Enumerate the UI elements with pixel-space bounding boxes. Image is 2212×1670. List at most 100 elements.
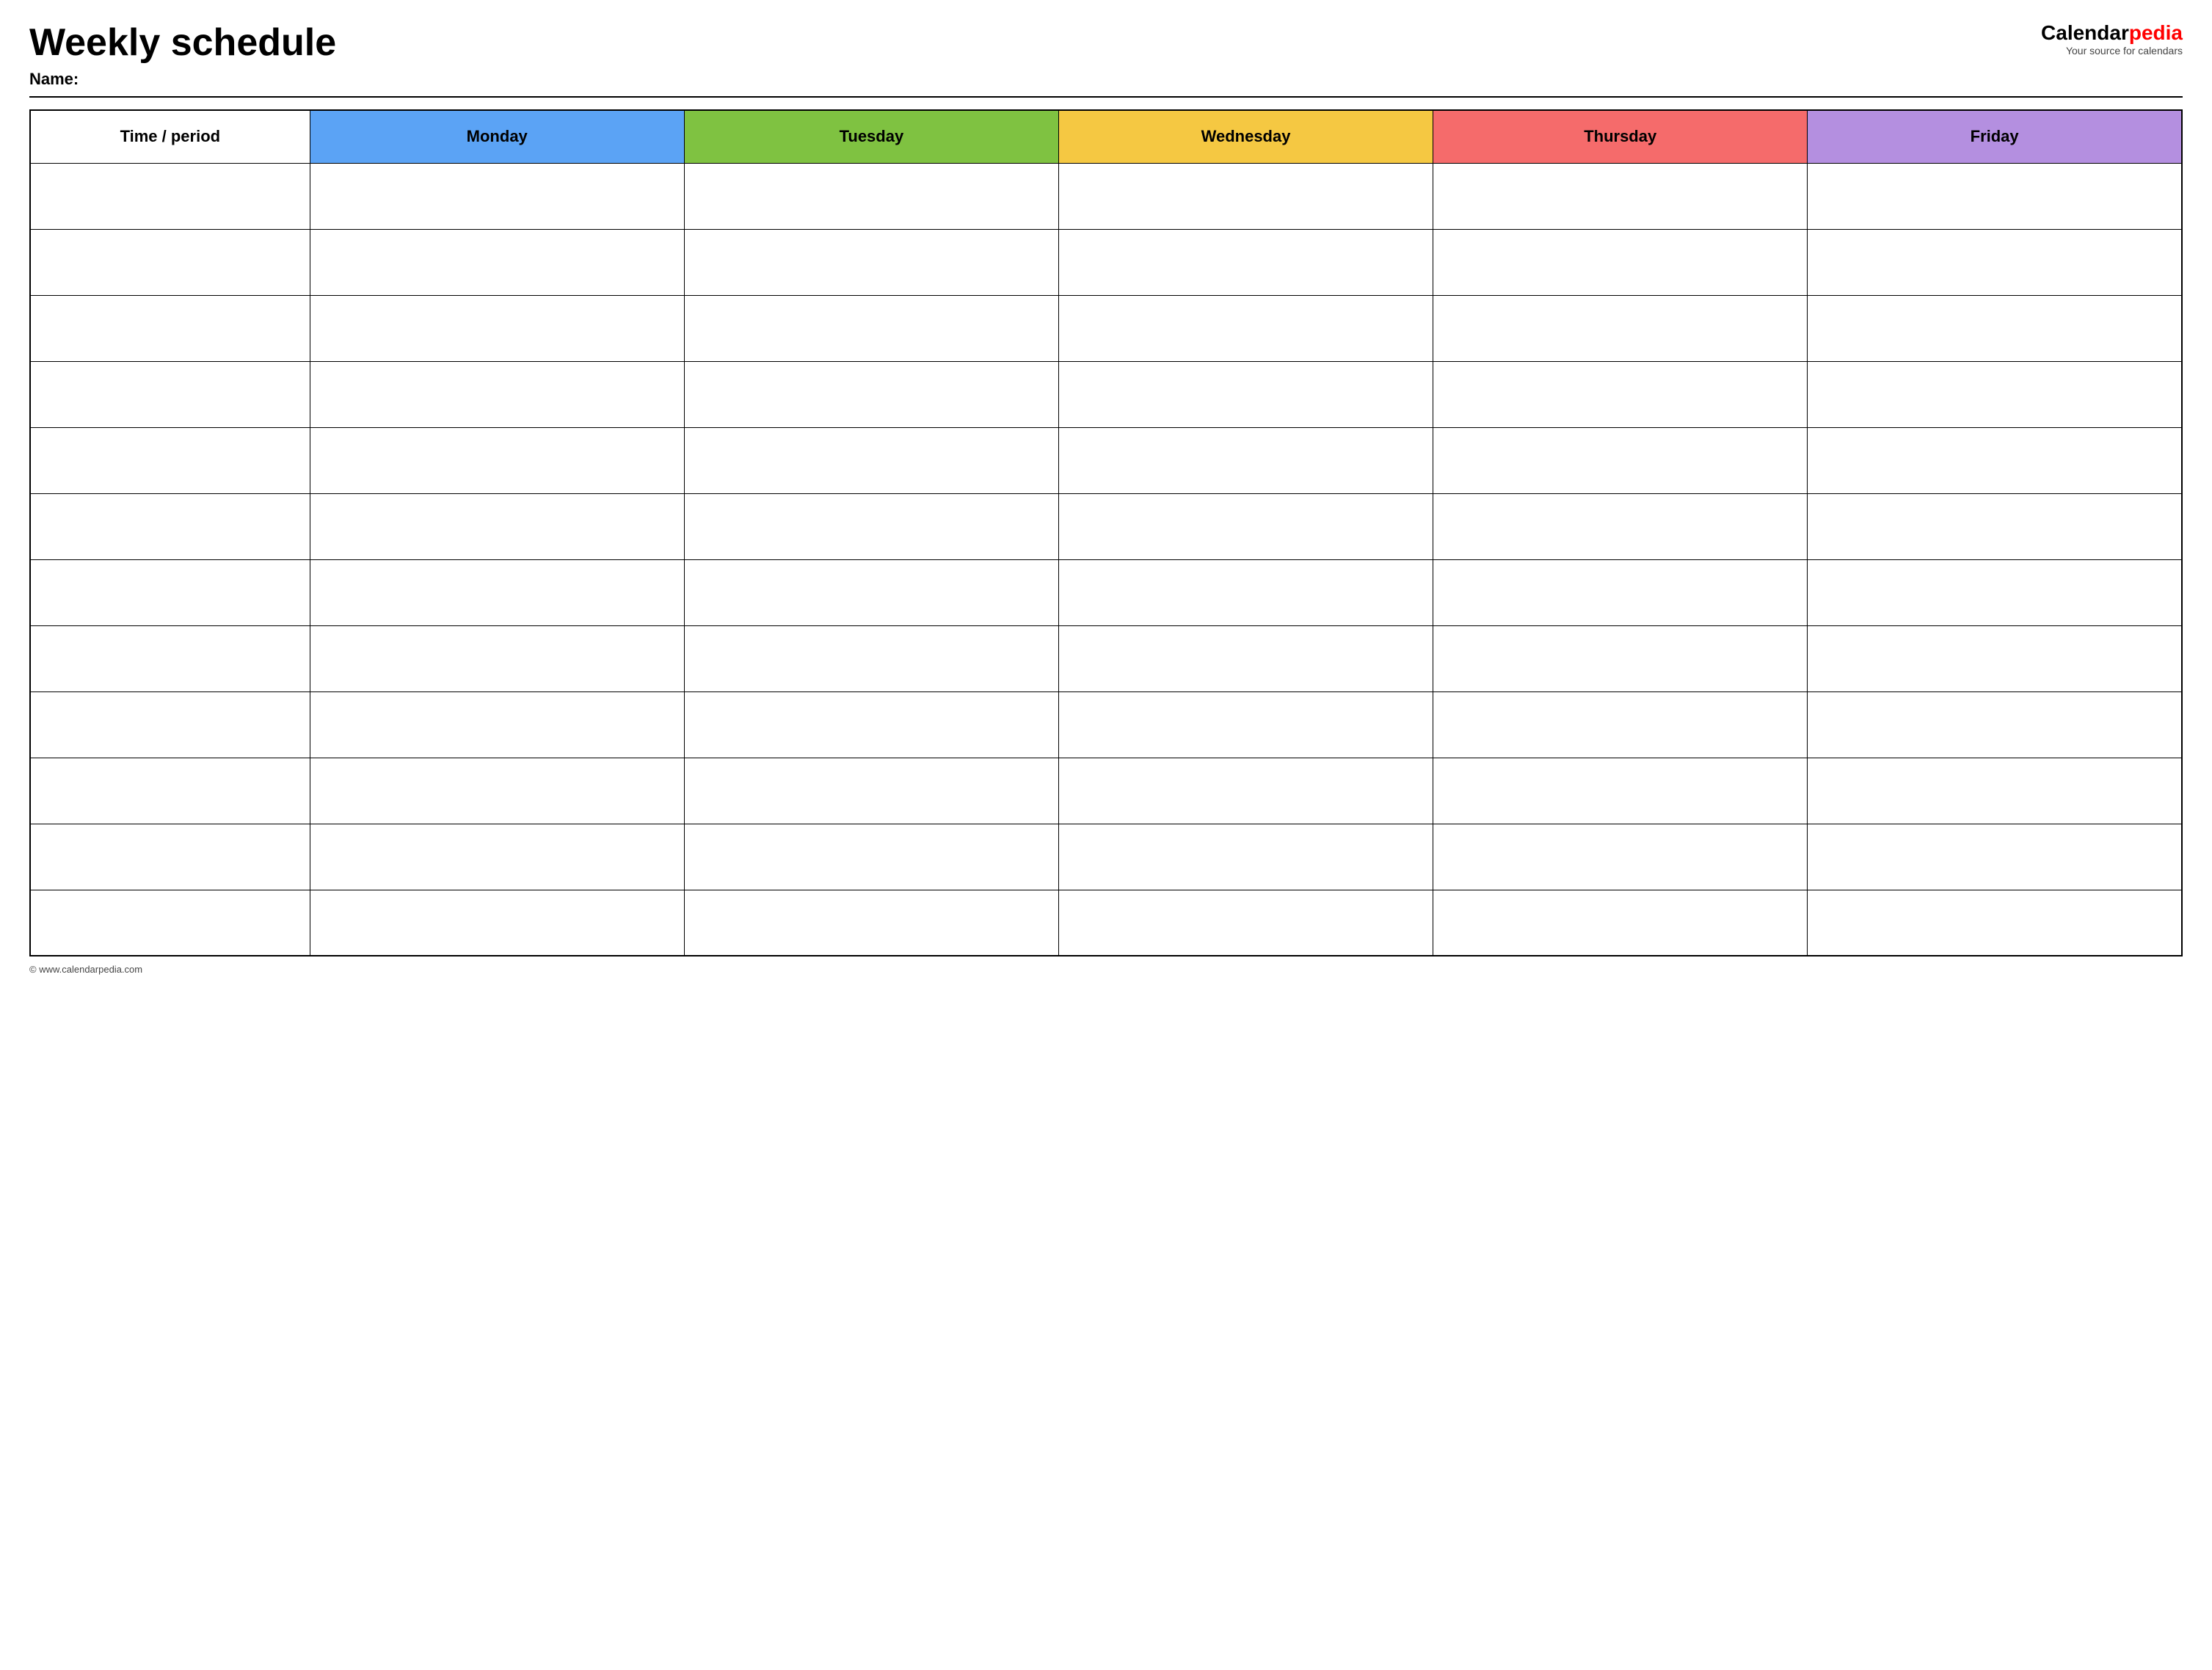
schedule-cell[interactable] — [1058, 493, 1433, 559]
table-row — [30, 824, 2182, 890]
schedule-cell[interactable] — [1808, 890, 2182, 956]
table-row — [30, 493, 2182, 559]
title-section: Weekly schedule Name: — [29, 22, 2041, 89]
table-row — [30, 229, 2182, 295]
schedule-cell[interactable] — [1808, 427, 2182, 493]
schedule-cell[interactable] — [684, 890, 1058, 956]
schedule-cell[interactable] — [1808, 229, 2182, 295]
schedule-cell[interactable] — [1433, 691, 1808, 758]
schedule-cell[interactable] — [1433, 163, 1808, 229]
time-cell[interactable] — [30, 824, 310, 890]
page-header: Weekly schedule Name: Calendarpedia Your… — [29, 22, 2183, 89]
time-cell[interactable] — [30, 361, 310, 427]
schedule-cell[interactable] — [310, 758, 684, 824]
schedule-cell[interactable] — [1808, 758, 2182, 824]
schedule-cell[interactable] — [1808, 361, 2182, 427]
logo-text: Calendarpedia — [2041, 22, 2183, 45]
schedule-cell[interactable] — [310, 427, 684, 493]
time-cell[interactable] — [30, 295, 310, 361]
schedule-cell[interactable] — [310, 824, 684, 890]
logo-calendar: Calendar — [2041, 21, 2129, 44]
schedule-cell[interactable] — [684, 758, 1058, 824]
schedule-cell[interactable] — [1058, 758, 1433, 824]
schedule-cell[interactable] — [684, 625, 1058, 691]
table-row — [30, 758, 2182, 824]
schedule-cell[interactable] — [1808, 824, 2182, 890]
schedule-cell[interactable] — [1808, 559, 2182, 625]
col-header-wednesday: Wednesday — [1058, 110, 1433, 163]
col-header-thursday: Thursday — [1433, 110, 1808, 163]
schedule-cell[interactable] — [310, 890, 684, 956]
time-cell[interactable] — [30, 493, 310, 559]
schedule-cell[interactable] — [1433, 295, 1808, 361]
schedule-cell[interactable] — [1433, 824, 1808, 890]
schedule-cell[interactable] — [1058, 890, 1433, 956]
table-row — [30, 691, 2182, 758]
schedule-cell[interactable] — [1808, 295, 2182, 361]
schedule-cell[interactable] — [1058, 361, 1433, 427]
schedule-cell[interactable] — [684, 559, 1058, 625]
schedule-cell[interactable] — [310, 691, 684, 758]
schedule-cell[interactable] — [310, 295, 684, 361]
time-cell[interactable] — [30, 691, 310, 758]
logo-section: Calendarpedia Your source for calendars — [2041, 22, 2183, 57]
schedule-cell[interactable] — [1433, 493, 1808, 559]
schedule-cell[interactable] — [1058, 295, 1433, 361]
table-row — [30, 427, 2182, 493]
time-cell[interactable] — [30, 427, 310, 493]
schedule-cell[interactable] — [1058, 163, 1433, 229]
col-header-friday: Friday — [1808, 110, 2182, 163]
schedule-cell[interactable] — [1433, 890, 1808, 956]
schedule-cell[interactable] — [1433, 229, 1808, 295]
schedule-cell[interactable] — [1808, 691, 2182, 758]
schedule-cell[interactable] — [684, 691, 1058, 758]
schedule-cell[interactable] — [684, 427, 1058, 493]
schedule-cell[interactable] — [1058, 427, 1433, 493]
schedule-cell[interactable] — [1808, 493, 2182, 559]
table-row — [30, 361, 2182, 427]
schedule-cell[interactable] — [684, 295, 1058, 361]
schedule-cell[interactable] — [684, 493, 1058, 559]
schedule-cell[interactable] — [1058, 625, 1433, 691]
schedule-cell[interactable] — [310, 493, 684, 559]
header-row: Time / period Monday Tuesday Wednesday T… — [30, 110, 2182, 163]
schedule-cell[interactable] — [684, 361, 1058, 427]
name-label: Name: — [29, 70, 2041, 89]
time-cell[interactable] — [30, 229, 310, 295]
schedule-cell[interactable] — [310, 361, 684, 427]
time-cell[interactable] — [30, 758, 310, 824]
schedule-cell[interactable] — [1808, 625, 2182, 691]
schedule-cell[interactable] — [684, 229, 1058, 295]
schedule-cell[interactable] — [1058, 824, 1433, 890]
schedule-cell[interactable] — [1433, 361, 1808, 427]
schedule-cell[interactable] — [1433, 758, 1808, 824]
table-row — [30, 890, 2182, 956]
time-cell[interactable] — [30, 890, 310, 956]
schedule-cell[interactable] — [1433, 559, 1808, 625]
logo-tagline: Your source for calendars — [2066, 45, 2183, 57]
schedule-cell[interactable] — [1433, 625, 1808, 691]
time-cell[interactable] — [30, 625, 310, 691]
col-header-time: Time / period — [30, 110, 310, 163]
schedule-cell[interactable] — [310, 229, 684, 295]
schedule-table: Time / period Monday Tuesday Wednesday T… — [29, 109, 2183, 956]
schedule-cell[interactable] — [310, 559, 684, 625]
schedule-cell[interactable] — [1058, 229, 1433, 295]
schedule-cell[interactable] — [684, 163, 1058, 229]
schedule-cell[interactable] — [1433, 427, 1808, 493]
table-row — [30, 295, 2182, 361]
footer: © www.calendarpedia.com — [29, 964, 2183, 975]
col-header-tuesday: Tuesday — [684, 110, 1058, 163]
schedule-cell[interactable] — [310, 163, 684, 229]
schedule-cell[interactable] — [310, 625, 684, 691]
schedule-cell[interactable] — [684, 824, 1058, 890]
schedule-cell[interactable] — [1058, 559, 1433, 625]
logo-pedia: pedia — [2129, 21, 2183, 44]
schedule-cell[interactable] — [1808, 163, 2182, 229]
col-header-monday: Monday — [310, 110, 684, 163]
table-row — [30, 559, 2182, 625]
time-cell[interactable] — [30, 163, 310, 229]
schedule-cell[interactable] — [1058, 691, 1433, 758]
page-title: Weekly schedule — [29, 22, 2041, 64]
time-cell[interactable] — [30, 559, 310, 625]
